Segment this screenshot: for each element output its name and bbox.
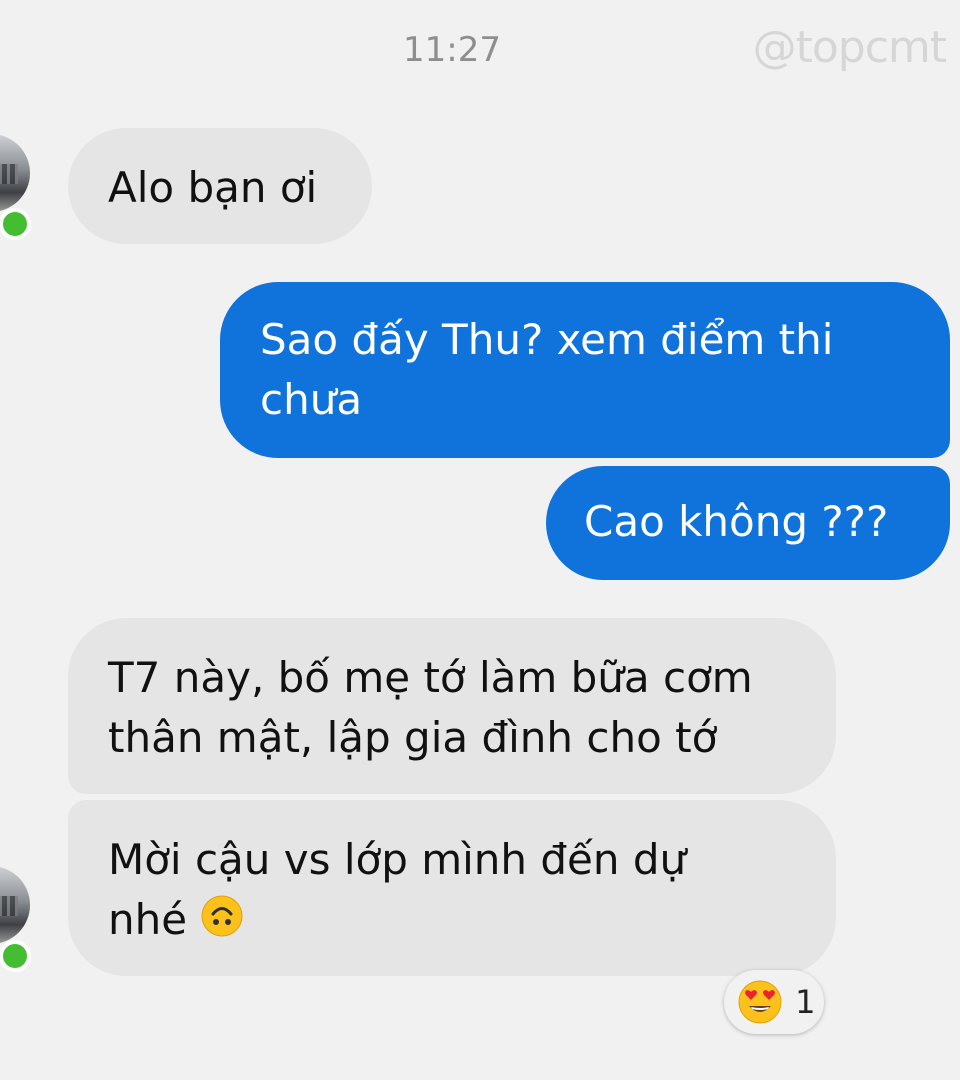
- message-text: Alo bạn ơi: [108, 163, 318, 212]
- reaction-badge[interactable]: 1: [724, 970, 824, 1034]
- message-text-line: Mời cậu vs lớp mình đến dự: [108, 835, 687, 884]
- message-text-line: thân mật, lập gia đình cho tớ: [108, 713, 718, 762]
- message-text: Cao không ???: [584, 497, 889, 546]
- message-bubble-sent[interactable]: Sao đấy Thu? xem điểm thi chưa: [220, 282, 950, 458]
- message-text-line: chưa: [260, 375, 363, 424]
- avatar[interactable]: [0, 134, 30, 212]
- message-bubble-received[interactable]: Alo bạn ơi: [68, 128, 372, 244]
- message-text-line-with-emoji: nhé: [108, 890, 806, 950]
- avatar[interactable]: [0, 866, 30, 944]
- message-text: nhé: [108, 895, 188, 944]
- reaction-count: 1: [795, 983, 816, 1021]
- upside-down-face-icon: [201, 895, 243, 937]
- message-bubble-sent[interactable]: Cao không ???: [546, 466, 950, 580]
- message-text-line: Sao đấy Thu? xem điểm thi: [260, 315, 834, 364]
- online-status-icon: [0, 940, 31, 972]
- message-bubble-received[interactable]: Mời cậu vs lớp mình đến dự nhé: [68, 800, 836, 976]
- message-text-line: T7 này, bố mẹ tớ làm bữa cơm: [108, 653, 753, 702]
- message-bubble-received[interactable]: T7 này, bố mẹ tớ làm bữa cơm thân mật, l…: [68, 618, 836, 794]
- heart-eyes-icon: [738, 980, 782, 1024]
- watermark: @topcmt: [752, 22, 947, 73]
- online-status-icon: [0, 208, 31, 240]
